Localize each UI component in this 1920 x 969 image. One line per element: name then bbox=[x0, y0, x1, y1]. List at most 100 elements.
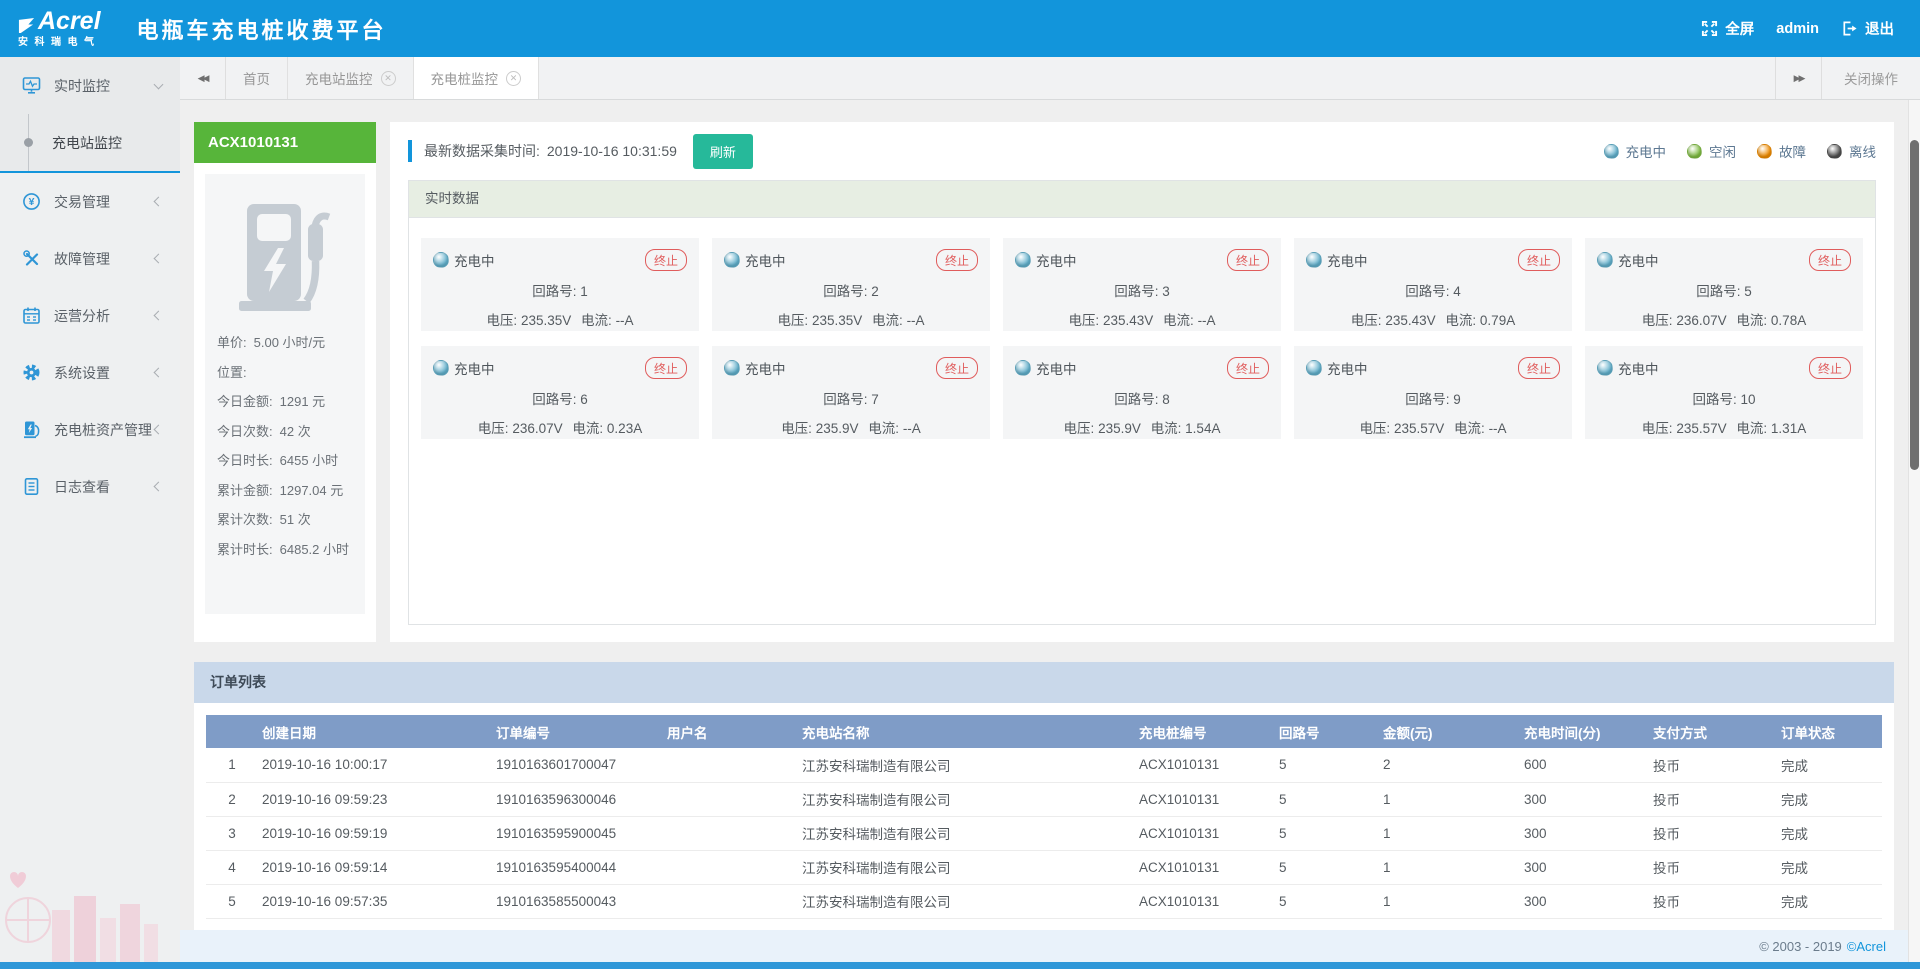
terminate-button[interactable]: 终止 bbox=[1518, 357, 1560, 379]
circuit-card: 充电中 终止 回路号: 10 电压: 235. bbox=[1585, 346, 1863, 439]
cell-circuit-number: 5 bbox=[1275, 816, 1379, 850]
vertical-scrollbar[interactable] bbox=[1908, 100, 1920, 962]
double-arrow-right-icon: ▶▶ bbox=[1794, 73, 1804, 84]
tab-home[interactable]: 首页 bbox=[226, 57, 288, 99]
table-row[interactable]: 3 2019-10-16 09:59:19 1910163595900045 江… bbox=[206, 816, 1882, 850]
circuit-status-label: 充电中 bbox=[454, 250, 495, 270]
refresh-button[interactable]: 刷新 bbox=[693, 134, 753, 169]
charging-status-ball-icon bbox=[1306, 360, 1322, 376]
cell-station-name: 江苏安科瑞制造有限公司 bbox=[798, 884, 1135, 918]
voltage-label: 电压: bbox=[1351, 313, 1382, 328]
close-operations-button[interactable]: 关闭操作 bbox=[1821, 57, 1920, 99]
status-ball-icon bbox=[1757, 144, 1772, 159]
terminate-button[interactable]: 终止 bbox=[1809, 249, 1851, 271]
brand-link[interactable]: ©Acrel bbox=[1847, 939, 1886, 954]
stat-label: 单价: bbox=[217, 328, 247, 358]
circuit-number-value: 9 bbox=[1453, 392, 1461, 407]
cell-pay-method: 投币 bbox=[1649, 816, 1777, 850]
orders-column-header: 支付方式 bbox=[1649, 715, 1777, 748]
cell-charge-minutes: 300 bbox=[1520, 782, 1649, 816]
tab-pile-monitor[interactable]: 充电桩监控 ✕ bbox=[414, 57, 540, 99]
legend-item: 充电中 bbox=[1604, 141, 1667, 161]
table-row[interactable]: 5 2019-10-16 09:57:35 1910163585500043 江… bbox=[206, 884, 1882, 918]
terminate-button[interactable]: 终止 bbox=[1809, 357, 1851, 379]
cell-station-name: 江苏安科瑞制造有限公司 bbox=[798, 816, 1135, 850]
monitor-icon bbox=[22, 76, 41, 95]
current-label: 电流: bbox=[872, 313, 903, 328]
sidebar-item-fault-management[interactable]: 故障管理 bbox=[0, 230, 180, 287]
current-value: --A bbox=[907, 313, 925, 328]
circuit-card: 充电中 终止 回路号: 8 电压: 235.9 bbox=[1003, 346, 1281, 439]
cell-username bbox=[663, 748, 798, 782]
voltage-value: 235.35V bbox=[521, 313, 571, 328]
voltage-value: 235.43V bbox=[1385, 313, 1435, 328]
charging-status-ball-icon bbox=[1306, 252, 1322, 268]
terminate-button[interactable]: 终止 bbox=[645, 249, 687, 271]
sidebar-item-operation-analysis[interactable]: 运营分析 bbox=[0, 287, 180, 344]
fullscreen-button[interactable]: 全屏 bbox=[1701, 18, 1754, 39]
stat-value: 5.00 小时/元 bbox=[254, 328, 326, 358]
terminate-button[interactable]: 终止 bbox=[1227, 357, 1269, 379]
station-stat-row: 累计金额: 1297.04 元 bbox=[217, 476, 353, 506]
circuit-status-label: 充电中 bbox=[745, 250, 786, 270]
accent-bar bbox=[408, 140, 412, 162]
timeline-dot-icon bbox=[24, 138, 33, 147]
status-ball-icon bbox=[1827, 144, 1842, 159]
sidebar-item-charging-station-monitor[interactable]: 充电站监控 bbox=[0, 114, 180, 171]
cell-order-number: 1910163596300046 bbox=[492, 782, 663, 816]
sidebar-item-realtime-monitor[interactable]: 实时监控 bbox=[0, 57, 180, 114]
current-user[interactable]: admin bbox=[1776, 21, 1819, 37]
cell-charge-minutes: 600 bbox=[1520, 748, 1649, 782]
current-label: 电流: bbox=[581, 313, 612, 328]
terminate-button[interactable]: 终止 bbox=[1227, 249, 1269, 271]
page-title: 电瓶车充电桩收费平台 bbox=[137, 13, 387, 45]
decorative-skyline bbox=[0, 862, 180, 962]
scrollbar-thumb[interactable] bbox=[1910, 140, 1919, 470]
circuit-status: 充电中 bbox=[724, 250, 786, 270]
station-stats-list: 单价: 5.00 小时/元 位置: 今日金额: 1291 元 bbox=[217, 328, 353, 564]
tabs-scroll-left-button[interactable]: ◀◀ bbox=[180, 57, 226, 99]
circuit-number-label: 回路号: bbox=[1114, 284, 1158, 299]
circuit-card: 充电中 终止 回路号: 6 电压: 236.0 bbox=[421, 346, 699, 439]
circuit-number-value: 8 bbox=[1162, 392, 1170, 407]
table-row[interactable]: 2 2019-10-16 09:59:23 1910163596300046 江… bbox=[206, 782, 1882, 816]
close-tab-icon[interactable]: ✕ bbox=[381, 71, 396, 86]
circuit-status: 充电中 bbox=[724, 358, 786, 378]
circuit-number-label: 回路号: bbox=[823, 392, 867, 407]
tab-label: 充电桩监控 bbox=[431, 68, 499, 88]
chevron-left-icon bbox=[154, 311, 164, 321]
status-ball-icon bbox=[1687, 144, 1702, 159]
terminate-button[interactable]: 终止 bbox=[1518, 249, 1560, 271]
order-list-title: 订单列表 bbox=[194, 662, 1894, 703]
table-row[interactable]: 1 2019-10-16 10:00:17 1910163601700047 江… bbox=[206, 748, 1882, 782]
cell-charge-minutes: 300 bbox=[1520, 850, 1649, 884]
sidebar-item-transaction-management[interactable]: ¥ 交易管理 bbox=[0, 173, 180, 230]
cell-station-name: 江苏安科瑞制造有限公司 bbox=[798, 850, 1135, 884]
sidebar-item-system-settings[interactable]: 系统设置 bbox=[0, 344, 180, 401]
collect-time-value: 2019-10-16 10:31:59 bbox=[547, 143, 677, 159]
tabs-scroll-right-button[interactable]: ▶▶ bbox=[1775, 57, 1821, 99]
fullscreen-label: 全屏 bbox=[1725, 18, 1754, 39]
close-tab-icon[interactable]: ✕ bbox=[506, 71, 521, 86]
sidebar-item-log-view[interactable]: 日志查看 bbox=[0, 458, 180, 515]
circuit-status-label: 充电中 bbox=[454, 358, 495, 378]
sidebar-item-pile-asset-management[interactable]: 充电桩资产管理 bbox=[0, 401, 180, 458]
charging-status-ball-icon bbox=[433, 252, 449, 268]
cell-pile-number: ACX1010131 bbox=[1135, 748, 1275, 782]
status-legend: 充电中 空闲 故障 bbox=[1604, 141, 1877, 161]
chevron-left-icon bbox=[154, 425, 164, 435]
stat-value: 6455 小时 bbox=[280, 446, 339, 476]
station-stat-row: 累计时长: 6485.2 小时 bbox=[217, 535, 353, 565]
table-row[interactable]: 4 2019-10-16 09:59:14 1910163595400044 江… bbox=[206, 850, 1882, 884]
cell-charge-minutes: 300 bbox=[1520, 884, 1649, 918]
tab-station-monitor[interactable]: 充电站监控 ✕ bbox=[288, 57, 414, 99]
circuit-status: 充电中 bbox=[1306, 250, 1368, 270]
terminate-button[interactable]: 终止 bbox=[936, 249, 978, 271]
terminate-button[interactable]: 终止 bbox=[645, 357, 687, 379]
cell-order-number: 1910163585500043 bbox=[492, 884, 663, 918]
legend-label: 充电中 bbox=[1626, 141, 1667, 161]
logout-button[interactable]: 退出 bbox=[1841, 18, 1894, 39]
bottom-accent-strip bbox=[0, 962, 1920, 969]
terminate-button[interactable]: 终止 bbox=[936, 357, 978, 379]
station-stat-row: 今日时长: 6455 小时 bbox=[217, 446, 353, 476]
